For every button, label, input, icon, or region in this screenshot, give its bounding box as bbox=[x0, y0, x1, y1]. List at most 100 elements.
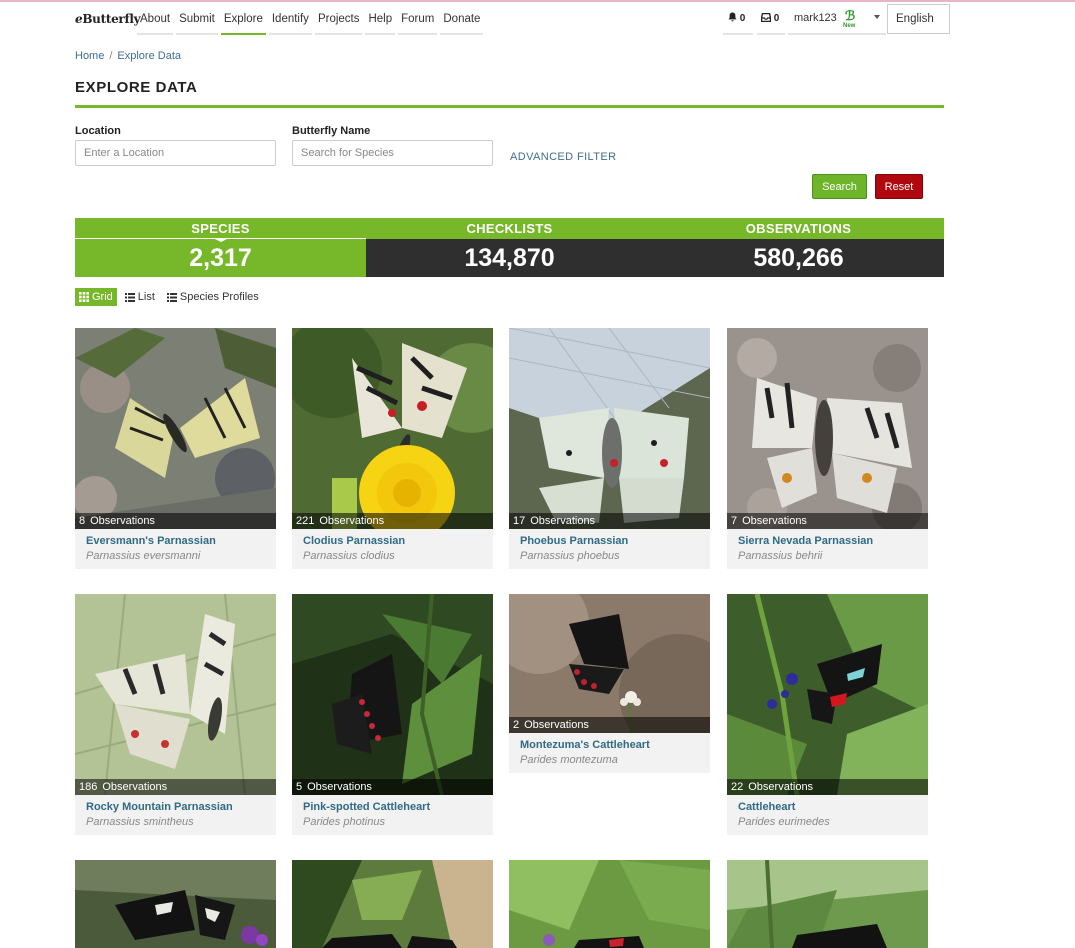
species-scientific-name: Parnassius phoebus bbox=[520, 550, 620, 562]
species-common-name[interactable]: Clodius Parnassian bbox=[292, 529, 493, 549]
top-nav: eButterfly About Submit Explore Identify… bbox=[75, 4, 950, 36]
location-input[interactable] bbox=[75, 140, 276, 166]
stat-checklists[interactable]: CHECKLISTS 134,870 bbox=[366, 218, 653, 277]
top-accent-line bbox=[0, 0, 1075, 2]
site-logo[interactable]: eButterfly bbox=[75, 12, 141, 26]
species-card[interactable] bbox=[292, 860, 493, 948]
species-card[interactable]: 7 Observations Sierra Nevada Parnassian P… bbox=[727, 328, 928, 569]
list-icon bbox=[124, 292, 135, 302]
view-toggle: Grid List Species Profiles bbox=[75, 288, 267, 306]
reset-button[interactable]: Reset bbox=[875, 174, 923, 199]
notifications-button[interactable]: 0 bbox=[723, 4, 753, 35]
breadcrumb-current[interactable]: Explore Data bbox=[117, 50, 181, 62]
observations-value: 580,266 bbox=[653, 239, 944, 277]
species-card[interactable]: 221 Observations Clodius Parnassian Parna… bbox=[292, 328, 493, 569]
nav-explore[interactable]: Explore bbox=[220, 4, 266, 35]
page-title: EXPLORE DATA bbox=[75, 79, 198, 96]
nav-projects[interactable]: Projects bbox=[314, 4, 363, 35]
species-card[interactable]: 8 Observations Eversmann's Parnassian Par… bbox=[75, 328, 276, 569]
species-card[interactable]: 17 Observations Phoebus Parnassian Parnas… bbox=[509, 328, 710, 569]
observations-count: 186 Observations bbox=[75, 779, 276, 795]
new-badge-icon: ℬ bbox=[845, 8, 856, 23]
messages-button[interactable]: 0 bbox=[757, 4, 785, 35]
username[interactable]: mark123 bbox=[794, 4, 837, 32]
nav-identify[interactable]: Identify bbox=[268, 4, 312, 35]
species-scientific-name: Parnassius smintheus bbox=[86, 816, 194, 828]
species-card[interactable] bbox=[75, 860, 276, 948]
species-value: 2,317 bbox=[75, 239, 366, 277]
language-select[interactable]: English bbox=[887, 4, 950, 34]
nav-submit[interactable]: Submit bbox=[176, 4, 218, 35]
search-button[interactable]: Search bbox=[812, 174, 867, 199]
messages-count: 0 bbox=[773, 13, 780, 24]
main-menu: About Submit Explore Identify Projects H… bbox=[137, 4, 486, 35]
species-label: SPECIES bbox=[75, 218, 366, 239]
species-scientific-name: Parnassius clodius bbox=[303, 550, 395, 562]
profiles-list-icon bbox=[166, 292, 177, 302]
location-label: Location bbox=[75, 125, 121, 137]
species-photo[interactable]: 17 Observations bbox=[509, 328, 710, 529]
species-common-name[interactable]: Eversmann's Parnassian bbox=[75, 529, 276, 549]
species-scientific-name: Parides photinus bbox=[303, 816, 385, 828]
inbox-icon bbox=[760, 12, 772, 23]
species-card[interactable]: 186 Observations Rocky Mountain Parnassia… bbox=[75, 594, 276, 835]
species-photo[interactable] bbox=[509, 860, 710, 948]
species-common-name[interactable]: Rocky Mountain Parnassian bbox=[75, 795, 276, 815]
nav-forum[interactable]: Forum bbox=[398, 4, 438, 35]
species-scientific-name: Parnassius eversmanni bbox=[86, 550, 201, 562]
grid-view-button[interactable]: Grid bbox=[75, 288, 117, 306]
stat-species[interactable]: SPECIES 2,317 bbox=[75, 218, 366, 277]
species-photo[interactable]: 22 Observations bbox=[727, 594, 928, 795]
active-stat-notch bbox=[213, 238, 229, 242]
butterfly-name-label: Butterfly Name bbox=[292, 125, 371, 137]
checklists-value: 134,870 bbox=[366, 239, 653, 277]
observations-count: 7 Observations bbox=[727, 513, 928, 529]
grid-icon bbox=[79, 292, 89, 302]
species-common-name[interactable]: Pink-spotted Cattleheart bbox=[292, 795, 493, 815]
nav-help[interactable]: Help bbox=[365, 4, 396, 35]
breadcrumb-separator: / bbox=[109, 50, 113, 62]
species-profiles-button[interactable]: Species Profiles bbox=[163, 288, 263, 306]
species-card[interactable]: 2 Observations Montezuma's Cattleheart Pa… bbox=[509, 594, 710, 773]
observations-count: 221 Observations bbox=[292, 513, 493, 529]
species-photo[interactable]: 186 Observations bbox=[75, 594, 276, 795]
species-common-name[interactable]: Sierra Nevada Parnassian bbox=[727, 529, 928, 549]
species-common-name[interactable]: Phoebus Parnassian bbox=[509, 529, 710, 549]
list-view-button[interactable]: List bbox=[121, 288, 159, 306]
grid-view-label: Grid bbox=[92, 291, 113, 303]
observations-count: 2 Observations bbox=[509, 717, 710, 733]
species-photo[interactable] bbox=[727, 860, 928, 948]
species-photo[interactable]: 2 Observations bbox=[509, 594, 710, 733]
observations-count: 5 Observations bbox=[292, 779, 493, 795]
species-photo[interactable] bbox=[292, 860, 493, 948]
checklists-label: CHECKLISTS bbox=[366, 218, 653, 239]
species-card[interactable] bbox=[509, 860, 710, 948]
species-photo[interactable]: 7 Observations bbox=[727, 328, 928, 529]
breadcrumb-home[interactable]: Home bbox=[75, 50, 104, 62]
list-view-label: List bbox=[137, 291, 155, 303]
species-search-input[interactable] bbox=[292, 140, 493, 166]
notifications-count: 0 bbox=[739, 13, 746, 24]
nav-about[interactable]: About bbox=[137, 4, 174, 35]
observations-count: 22 Observations bbox=[727, 779, 928, 795]
stats-bar: SPECIES 2,317 CHECKLISTS 134,870 OBSERVA… bbox=[75, 218, 944, 277]
observations-label: OBSERVATIONS bbox=[653, 218, 944, 239]
species-card[interactable]: 22 Observations Cattleheart Parides eurim… bbox=[727, 594, 928, 835]
species-photo[interactable] bbox=[75, 860, 276, 948]
species-photo[interactable]: 5 Observations bbox=[292, 594, 493, 795]
chevron-down-icon[interactable] bbox=[874, 15, 880, 19]
species-card[interactable] bbox=[727, 860, 928, 948]
title-divider bbox=[75, 105, 944, 108]
species-card[interactable]: 5 Observations Pink-spotted Cattleheart P… bbox=[292, 594, 493, 835]
species-photo[interactable]: 8 Observations bbox=[75, 328, 276, 529]
advanced-filter-link[interactable]: ADVANCED FILTER bbox=[510, 151, 616, 163]
species-photo[interactable]: 221 Observations bbox=[292, 328, 493, 529]
species-common-name[interactable]: Montezuma's Cattleheart bbox=[509, 733, 710, 753]
observations-count: 8 Observations bbox=[75, 513, 276, 529]
nav-donate[interactable]: Donate bbox=[440, 4, 484, 35]
new-badge: ℬ New bbox=[843, 8, 856, 29]
stat-observations[interactable]: OBSERVATIONS 580,266 bbox=[653, 218, 944, 277]
species-scientific-name: Parides eurimedes bbox=[738, 816, 830, 828]
species-common-name[interactable]: Cattleheart bbox=[727, 795, 928, 815]
species-scientific-name: Parnassius behrii bbox=[738, 550, 823, 562]
